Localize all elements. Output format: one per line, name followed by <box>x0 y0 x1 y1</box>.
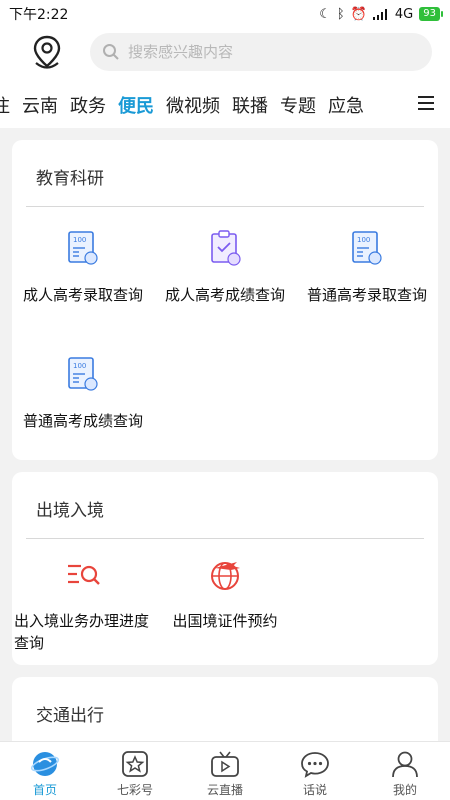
search-input[interactable] <box>128 43 408 61</box>
tab-broadcast[interactable]: 联播 <box>232 92 268 118</box>
category-tabs: 注 云南 政务 便民 微视频 联播 专题 应急 <box>0 80 450 128</box>
signal-icon <box>372 8 387 20</box>
section-title: 教育科研 <box>36 169 104 189</box>
divider <box>26 538 424 539</box>
tab-government[interactable]: 政务 <box>70 92 106 118</box>
status-icons: ☾ ᛒ ⏰ 4G 93 <box>319 6 443 22</box>
svg-text:100: 100 <box>73 236 86 244</box>
service-passport-appointment[interactable]: 出国境证件预约 <box>154 556 296 632</box>
divider <box>26 206 424 207</box>
globe-plane-icon <box>211 562 240 590</box>
tv-play-icon <box>211 751 239 777</box>
person-icon <box>392 751 418 778</box>
service-label: 成人高考成绩查询 <box>164 286 285 304</box>
service-label: 出入境业务办理进度查询 <box>14 612 150 652</box>
nav-mine[interactable]: 我的 <box>360 742 450 800</box>
network-type: 4G <box>394 6 414 22</box>
score-sheet-icon: 100 <box>68 357 98 391</box>
moon-icon: ☾ <box>319 6 331 22</box>
service-general-score[interactable]: 100 普通高考成绩查询 <box>12 356 154 432</box>
section-exit-entry: 出境入境 出入境业务办理进度查询 出国境证件预约 <box>12 472 438 665</box>
nav-label: 我的 <box>392 783 417 797</box>
header <box>0 28 450 80</box>
bluetooth-icon: ᛒ <box>336 6 345 22</box>
svg-text:100: 100 <box>357 236 370 244</box>
nav-label: 首页 <box>32 783 57 797</box>
nav-live[interactable]: 云直播 <box>180 742 270 800</box>
section-title: 出境入境 <box>36 501 104 521</box>
service-adult-score[interactable]: 成人高考成绩查询 <box>154 230 296 306</box>
tab-partial[interactable]: 注 <box>0 92 10 118</box>
service-label: 成人高考录取查询 <box>22 286 143 304</box>
alarm-icon: ⏰ <box>350 6 367 22</box>
tab-convenience[interactable]: 便民 <box>118 92 154 118</box>
service-general-admission[interactable]: 100 普通高考录取查询 <box>296 230 438 306</box>
search-bar[interactable] <box>90 33 432 71</box>
nav-qicaihao[interactable]: 七彩号 <box>90 742 180 800</box>
list-search-icon <box>68 564 100 585</box>
status-time: 下午2:22 <box>9 7 69 23</box>
battery-icon: 93 <box>419 7 443 21</box>
nav-label: 话说 <box>302 783 327 797</box>
clipboard-check-icon <box>211 230 241 266</box>
chat-bubble-icon <box>301 752 329 778</box>
menu-icon[interactable] <box>418 96 434 110</box>
tab-emergency[interactable]: 应急 <box>328 92 364 118</box>
service-adult-admission[interactable]: 100 成人高考录取查询 <box>12 230 154 306</box>
location-pin-icon[interactable] <box>30 34 64 72</box>
nav-talk[interactable]: 话说 <box>270 742 360 800</box>
nav-home[interactable]: 首页 <box>0 742 90 800</box>
star-box-icon <box>122 751 148 777</box>
service-label: 普通高考录取查询 <box>306 286 427 304</box>
status-bar: 下午2:22 ☾ ᛒ ⏰ 4G 93 <box>0 0 450 28</box>
service-exit-entry-progress[interactable]: 出入境业务办理进度查询 <box>12 556 154 654</box>
score-sheet-icon: 100 <box>68 231 98 265</box>
section-education: 教育科研 100 成人高考录取查询 成人高考成绩查询 100 普通高考录取查询 … <box>12 140 438 460</box>
home-planet-icon <box>30 752 60 776</box>
nav-label: 七彩号 <box>116 783 153 797</box>
service-label: 出国境证件预约 <box>172 612 278 630</box>
tab-micro-video[interactable]: 微视频 <box>166 92 220 118</box>
score-sheet-icon: 100 <box>352 231 382 265</box>
nav-label: 云直播 <box>206 783 243 797</box>
svg-text:100: 100 <box>73 362 86 370</box>
section-title: 交通出行 <box>36 706 104 726</box>
tab-special-topic[interactable]: 专题 <box>280 92 316 118</box>
bottom-nav: 首页 七彩号 云直播 话说 我的 <box>0 741 450 800</box>
service-label: 普通高考成绩查询 <box>22 412 143 430</box>
search-icon <box>103 44 119 60</box>
tab-yunnan[interactable]: 云南 <box>22 92 58 118</box>
